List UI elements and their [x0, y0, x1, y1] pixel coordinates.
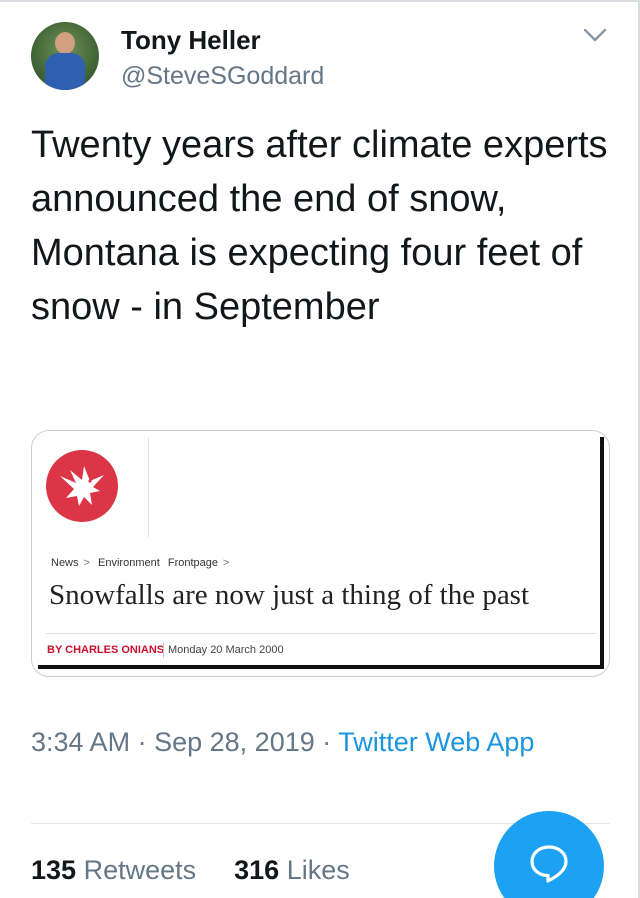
- engagement-stats: 135 Retweets 316 Likes: [31, 855, 350, 886]
- attached-image[interactable]: News > Environment Frontpage > Snowfalls a…: [31, 430, 610, 677]
- tweet-detail-page: Tony Heller @SteveSGoddard Twenty years …: [0, 0, 640, 898]
- article-headline: Snowfalls are now just a thing of the pa…: [49, 579, 530, 611]
- likes-label: Likes: [286, 855, 350, 885]
- breadcrumb-item: Environment: [98, 557, 160, 569]
- article-byline: BY CHARLES ONIANS: [47, 644, 165, 656]
- clipping-divider: [148, 437, 149, 537]
- chevron-down-icon[interactable]: [582, 24, 608, 46]
- clipping-divider: [46, 633, 596, 634]
- reply-fab-button[interactable]: [494, 811, 604, 898]
- meta-separator: ·: [137, 727, 147, 757]
- tweet-time[interactable]: 3:34 AM: [31, 727, 130, 757]
- retweets-count: 135: [31, 855, 77, 885]
- breadcrumb-item: News: [51, 557, 79, 569]
- tweet-date[interactable]: Sep 28, 2019: [154, 727, 315, 757]
- meta-separator: ·: [322, 727, 332, 757]
- avatar-head: [55, 32, 75, 54]
- avatar[interactable]: [31, 22, 99, 90]
- retweets-stat[interactable]: 135 Retweets: [31, 855, 196, 885]
- breadcrumb: News > Environment Frontpage >: [51, 557, 234, 569]
- tweet-source-link[interactable]: Twitter Web App: [338, 727, 534, 757]
- breadcrumb-separator: >: [223, 557, 230, 569]
- tweet-meta: 3:34 AM · Sep 28, 2019 · Twitter Web App: [31, 724, 591, 760]
- display-name[interactable]: Tony Heller: [121, 25, 261, 56]
- avatar-body: [45, 53, 85, 90]
- independent-eagle-logo: [46, 450, 118, 522]
- likes-count: 316: [234, 855, 280, 885]
- user-handle[interactable]: @SteveSGoddard: [121, 62, 324, 91]
- retweets-label: Retweets: [83, 855, 197, 885]
- top-border: [0, 0, 640, 2]
- speech-bubble-icon: [530, 845, 568, 883]
- byline-separator: [163, 642, 164, 658]
- likes-stat[interactable]: 316 Likes: [234, 855, 350, 885]
- article-date: Monday 20 March 2000: [168, 644, 284, 656]
- breadcrumb-item: Frontpage: [167, 557, 218, 569]
- newspaper-clipping: News > Environment Frontpage > Snowfalls a…: [38, 437, 604, 669]
- tweet-text: Twenty years after climate experts annou…: [31, 124, 608, 328]
- breadcrumb-separator: >: [83, 557, 90, 569]
